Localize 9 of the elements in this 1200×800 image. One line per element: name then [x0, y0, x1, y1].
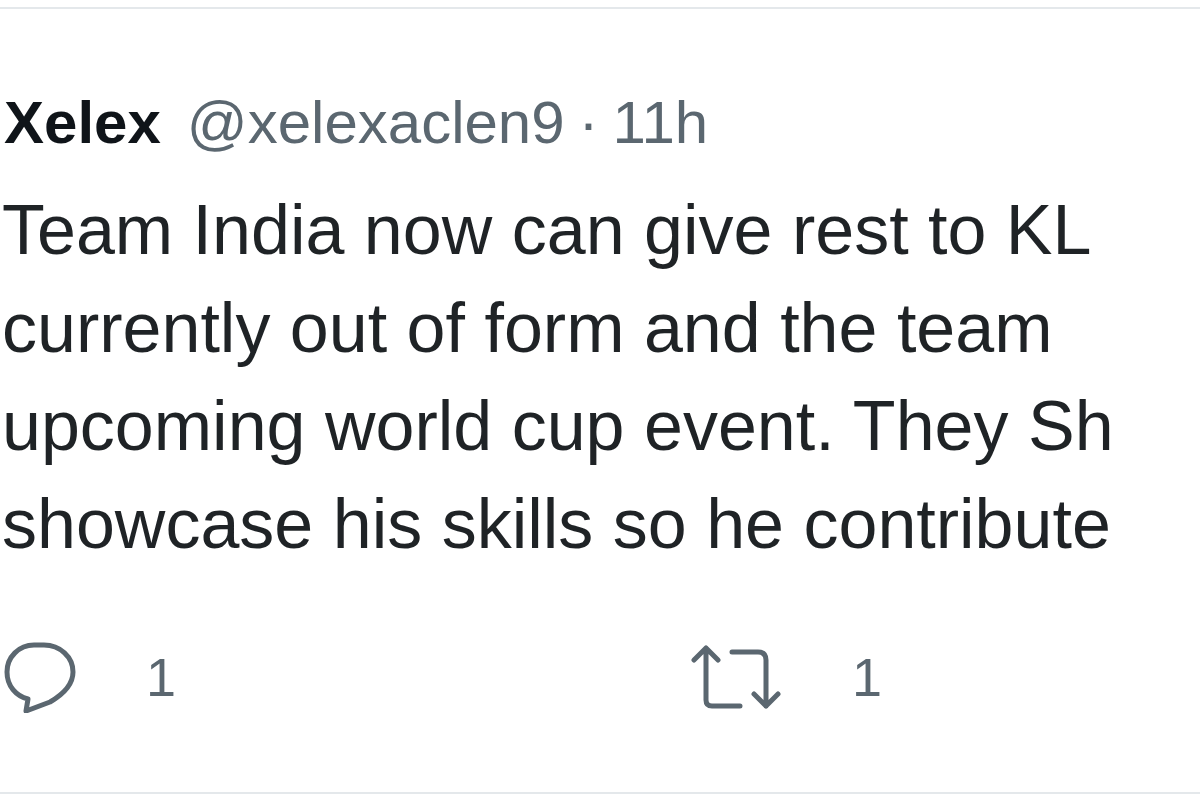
author-name[interactable]: Xelex [4, 85, 161, 161]
speech-bubble-icon[interactable] [4, 641, 76, 713]
retweet-icon[interactable] [690, 644, 782, 710]
timestamp[interactable]: 11h [612, 85, 709, 161]
action-count: 1 [852, 647, 883, 707]
action-count: 1 [146, 647, 177, 707]
separator-dot: · [578, 88, 599, 158]
author-handle[interactable]: @xelexaclen9 [186, 85, 565, 161]
tweet-text: Team India now can give rest to KL currently out of form and the team upcoming world cup event. They Sh showcase his skills so he contribute [1, 190, 1114, 565]
